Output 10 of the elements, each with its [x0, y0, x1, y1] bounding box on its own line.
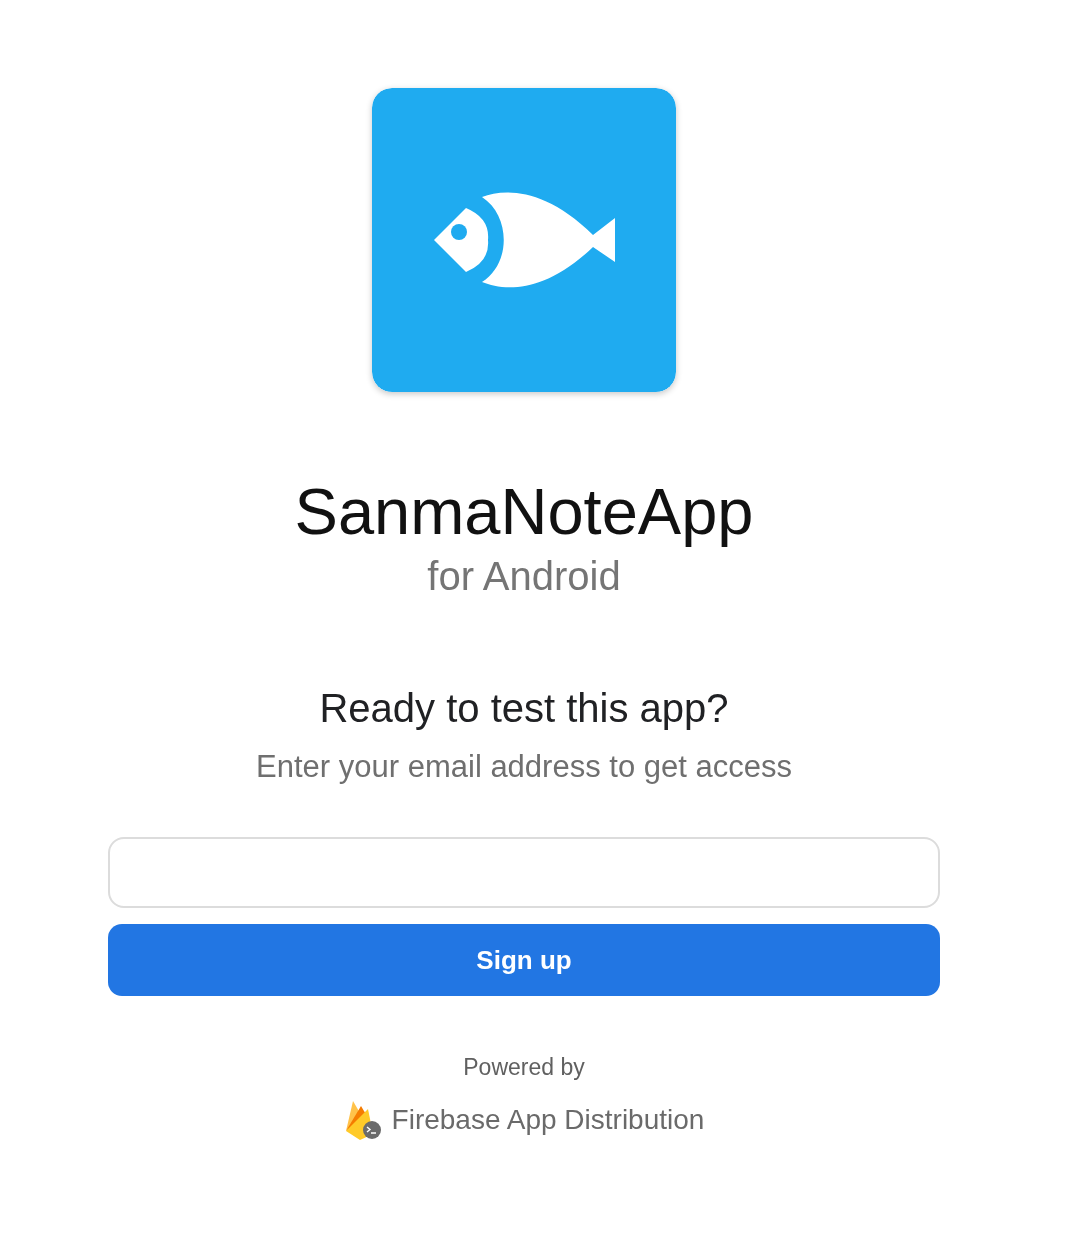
prompt-heading: Ready to test this app?: [319, 685, 729, 732]
flame-logo-icon: [343, 1100, 382, 1140]
platform-label: for Android: [427, 553, 621, 600]
sign-up-button[interactable]: Sign up: [108, 924, 940, 996]
email-input-field[interactable]: [108, 837, 940, 908]
fish-icon: [372, 88, 676, 392]
powered-by-label: Powered by: [463, 1053, 585, 1081]
prompt-subheading: Enter your email address to get access: [256, 748, 792, 786]
product-name: Firebase App Distribution: [391, 1103, 705, 1137]
app-name: SanmaNoteApp: [294, 474, 754, 549]
